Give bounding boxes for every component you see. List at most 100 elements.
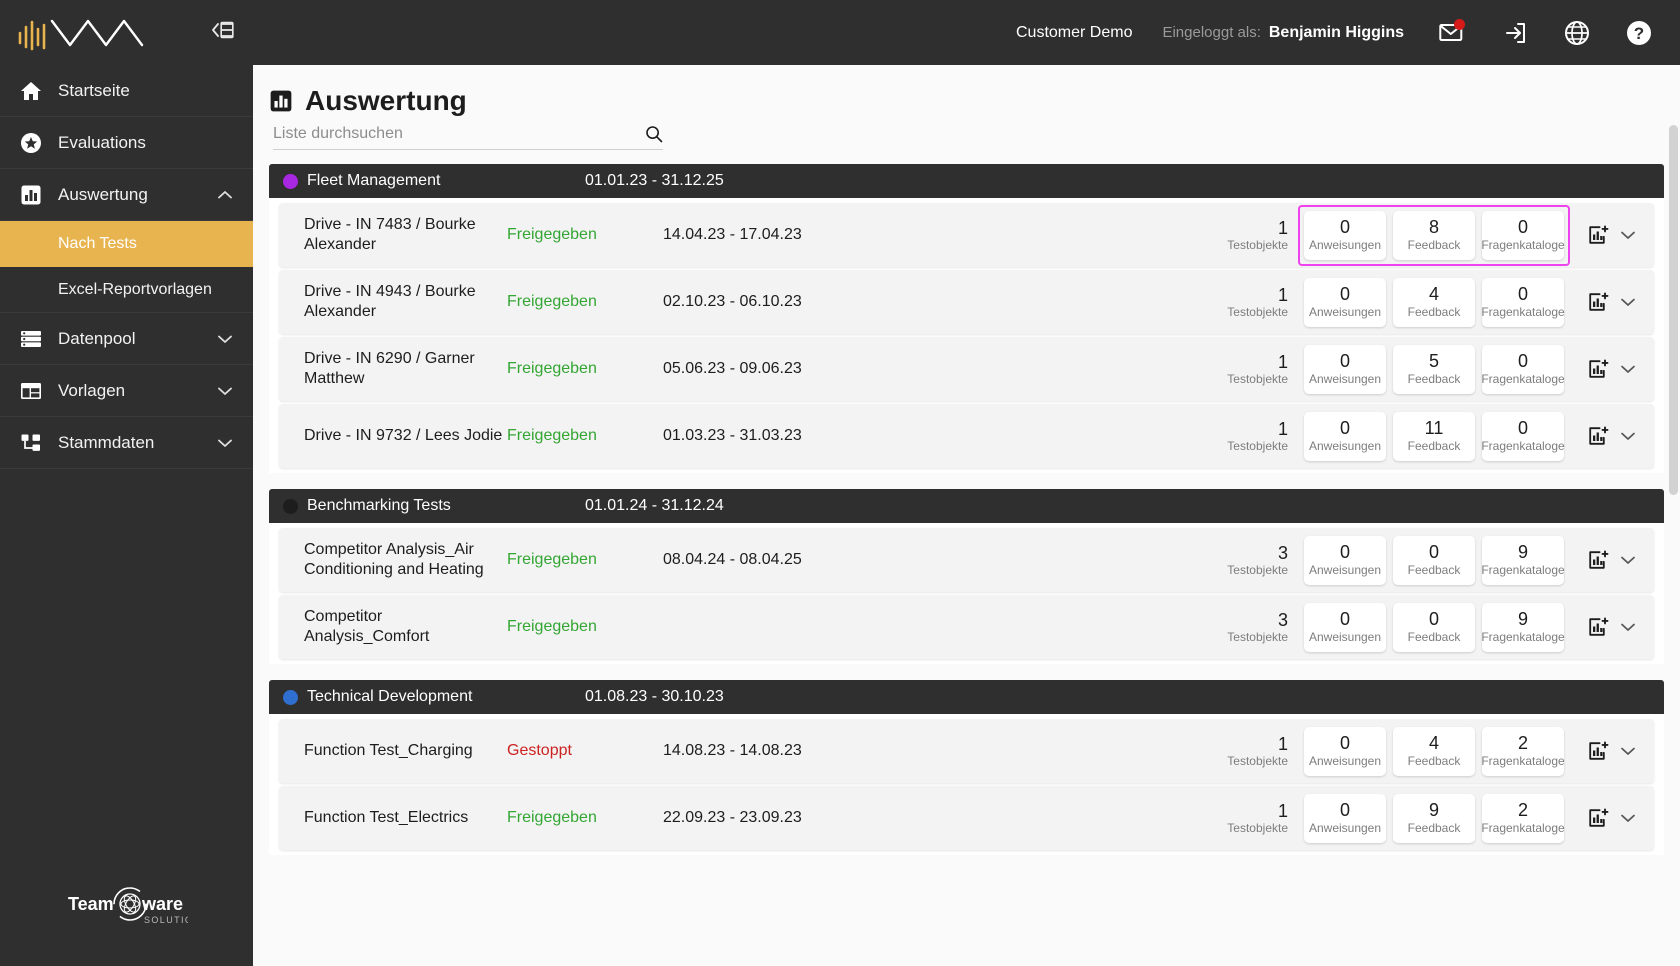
table-row[interactable]: Competitor Analysis_Comfort Freigegeben … — [279, 595, 1654, 659]
current-user-name[interactable]: Benjamin Higgins — [1269, 24, 1404, 42]
test-name: Drive - IN 9732 / Lees Jodie — [304, 427, 503, 444]
metric-catalogs[interactable]: 0 Fragenkataloge — [1481, 344, 1565, 394]
create-report-icon[interactable] — [1588, 291, 1610, 313]
group-color-dot — [283, 173, 298, 189]
metric-value: 0 — [1339, 418, 1350, 439]
create-report-icon[interactable] — [1588, 358, 1610, 380]
table-row[interactable]: Drive - IN 4943 / Bourke Alexander Freig… — [279, 270, 1654, 334]
search-icon[interactable] — [645, 125, 663, 143]
test-name: Competitor Analysis_Comfort — [304, 608, 430, 645]
metric-group: 0 Anweisungen 5 Feedback 0 Fragenkatalog… — [1298, 339, 1570, 400]
scrollbar-thumb[interactable] — [1669, 125, 1678, 495]
search-input[interactable] — [273, 125, 645, 143]
metric-instructions[interactable]: 0 Anweisungen — [1304, 535, 1386, 585]
search-bar[interactable] — [273, 125, 663, 150]
sidebar-item-auswertung[interactable]: Auswertung — [0, 169, 253, 221]
sidebar-item-stammdaten[interactable]: Stammdaten — [0, 417, 253, 469]
sidebar-item-vorlagen[interactable]: Vorlagen — [0, 365, 253, 417]
metric-instructions[interactable]: 0 Anweisungen — [1304, 793, 1386, 843]
metric-instructions[interactable]: 0 Anweisungen — [1304, 411, 1386, 461]
create-report-icon[interactable] — [1588, 740, 1610, 762]
test-objects-count: 3 Testobjekte — [1202, 543, 1298, 578]
metric-value: 0 — [1339, 351, 1350, 372]
test-name: Function Test_Charging — [304, 742, 473, 759]
metric-label: Feedback — [1407, 304, 1461, 319]
sidebar-item-nach-tests[interactable]: Nach Tests — [0, 221, 253, 267]
globe-language-icon[interactable] — [1546, 0, 1608, 65]
logout-icon[interactable] — [1484, 0, 1546, 65]
chevron-down-icon[interactable] — [1620, 813, 1636, 823]
create-report-icon[interactable] — [1588, 549, 1610, 571]
layout-template-icon — [18, 380, 44, 402]
table-row[interactable]: Function Test_Electrics Freigegeben 22.0… — [279, 786, 1654, 850]
create-report-icon[interactable] — [1588, 425, 1610, 447]
sidebar-footer: Team ware SOLUTIONS — [0, 846, 253, 966]
help-icon[interactable]: ? — [1608, 0, 1670, 65]
metric-feedback[interactable]: 8 Feedback — [1393, 210, 1475, 260]
metric-feedback[interactable]: 0 Feedback — [1393, 535, 1475, 585]
chevron-down-icon[interactable] — [1620, 230, 1636, 240]
chevron-up-icon[interactable] — [217, 185, 233, 205]
chevron-down-icon[interactable] — [217, 329, 233, 349]
metric-catalogs[interactable]: 0 Fragenkataloge — [1481, 411, 1565, 461]
metric-catalogs[interactable]: 0 Fragenkataloge — [1481, 277, 1565, 327]
metric-value: 0 — [1339, 542, 1350, 563]
metric-feedback[interactable]: 5 Feedback — [1393, 344, 1475, 394]
metric-catalogs[interactable]: 9 Fragenkataloge — [1481, 535, 1565, 585]
chevron-down-icon[interactable] — [1620, 364, 1636, 374]
group-date-range: 01.01.23 - 31.12.25 — [585, 172, 724, 189]
collapse-sidebar-icon[interactable] — [209, 19, 235, 46]
metric-feedback[interactable]: 9 Feedback — [1393, 793, 1475, 843]
sidebar-item-excel-reportvorlagen[interactable]: Excel-Reportvorlagen — [0, 267, 253, 313]
row-actions — [1570, 616, 1654, 638]
metric-feedback[interactable]: 11 Feedback — [1393, 411, 1475, 461]
sidebar-item-startseite[interactable]: Startseite — [0, 65, 253, 117]
metric-value: 0 — [1517, 217, 1528, 238]
chevron-down-icon[interactable] — [1620, 555, 1636, 565]
metric-feedback[interactable]: 4 Feedback — [1393, 277, 1475, 327]
metric-catalogs[interactable]: 2 Fragenkataloge — [1481, 793, 1565, 843]
customer-name[interactable]: Customer Demo — [1016, 24, 1132, 42]
sidebar-item-datenpool[interactable]: Datenpool — [0, 313, 253, 365]
content-scrollbar[interactable] — [1669, 125, 1678, 966]
mail-icon[interactable] — [1422, 0, 1484, 65]
table-row[interactable]: Function Test_Charging Gestoppt 14.08.23… — [279, 719, 1654, 783]
group-header[interactable]: Benchmarking Tests 01.01.24 - 31.12.24 — [269, 489, 1664, 523]
metric-catalogs[interactable]: 0 Fragenkataloge — [1481, 210, 1565, 260]
chevron-down-icon[interactable] — [1620, 431, 1636, 441]
metric-instructions[interactable]: 0 Anweisungen — [1304, 277, 1386, 327]
metric-instructions[interactable]: 0 Anweisungen — [1304, 602, 1386, 652]
sidebar-item-evaluations[interactable]: Evaluations — [0, 117, 253, 169]
group-name: Fleet Management — [307, 172, 441, 189]
table-row[interactable]: Drive - IN 6290 / Garner Matthew Freigeg… — [279, 337, 1654, 401]
chevron-down-icon[interactable] — [1620, 297, 1636, 307]
chevron-down-icon[interactable] — [1620, 746, 1636, 756]
test-date-range: 05.06.23 - 09.06.23 — [663, 360, 802, 377]
group-name: Benchmarking Tests — [307, 497, 451, 514]
metric-catalogs[interactable]: 2 Fragenkataloge — [1481, 726, 1565, 776]
metric-instructions[interactable]: 0 Anweisungen — [1304, 210, 1386, 260]
chevron-down-icon[interactable] — [1620, 622, 1636, 632]
metric-feedback[interactable]: 0 Feedback — [1393, 602, 1475, 652]
metric-catalogs[interactable]: 9 Fragenkataloge — [1481, 602, 1565, 652]
metric-value: 0 — [1339, 609, 1350, 630]
metric-feedback[interactable]: 4 Feedback — [1393, 726, 1475, 776]
test-name: Drive - IN 7483 / Bourke Alexander — [304, 216, 476, 253]
table-row[interactable]: Drive - IN 7483 / Bourke Alexander Freig… — [279, 203, 1654, 267]
metric-value: 0 — [1517, 351, 1528, 372]
chevron-down-icon[interactable] — [217, 433, 233, 453]
table-row[interactable]: Drive - IN 9732 / Lees Jodie Freigegeben… — [279, 404, 1654, 468]
table-row[interactable]: Competitor Analysis_Air Conditioning and… — [279, 528, 1654, 592]
group-header[interactable]: Fleet Management 01.01.23 - 31.12.25 — [269, 164, 1664, 198]
test-objects-count: 1 Testobjekte — [1202, 801, 1298, 836]
wave-logo[interactable] — [14, 13, 154, 53]
metric-instructions[interactable]: 0 Anweisungen — [1304, 726, 1386, 776]
metric-instructions[interactable]: 0 Anweisungen — [1304, 344, 1386, 394]
create-report-icon[interactable] — [1588, 616, 1610, 638]
metric-label: Anweisungen — [1308, 562, 1382, 577]
sidebar-item-label: Stammdaten — [58, 432, 155, 452]
create-report-icon[interactable] — [1588, 807, 1610, 829]
chevron-down-icon[interactable] — [217, 381, 233, 401]
group-header[interactable]: Technical Development 01.08.23 - 30.10.2… — [269, 680, 1664, 714]
create-report-icon[interactable] — [1588, 224, 1610, 246]
